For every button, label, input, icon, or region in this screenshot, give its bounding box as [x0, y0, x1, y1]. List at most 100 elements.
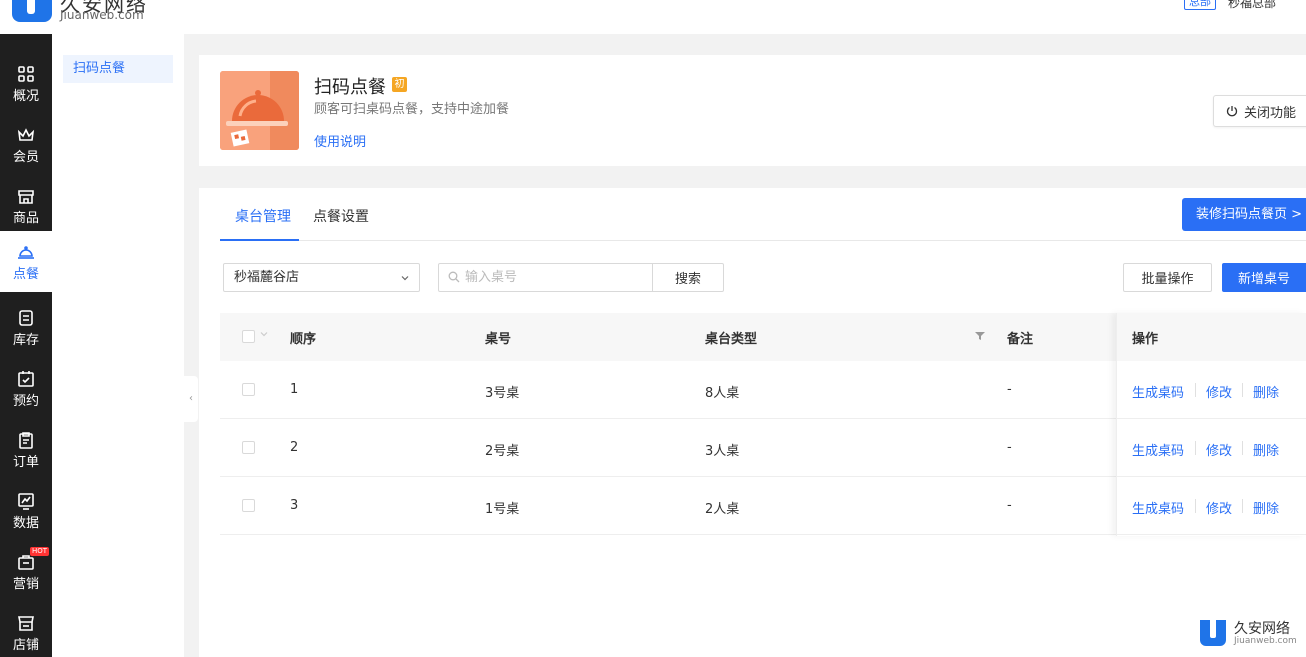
row-actions: 生成桌码 修改 删除 — [1117, 419, 1306, 477]
feature-level-tag: 初 — [392, 77, 407, 92]
decorate-scan-page-button[interactable]: 装修扫码点餐页 > — [1182, 198, 1306, 231]
sidebar-item-label: 数据 — [12, 516, 39, 531]
disable-feature-label: 关闭功能 — [1243, 104, 1296, 120]
feature-thumbnail — [220, 71, 299, 150]
active-tab-indicator — [220, 239, 299, 241]
watermark-text-en: Jiuanweb.com — [1234, 636, 1297, 646]
top-header: 久安网络 Jiuanweb.com 总部 秒福总部 — [0, 0, 1306, 34]
action-divider — [1195, 383, 1196, 397]
cell-remark: - — [1007, 440, 1012, 455]
shop-icon — [18, 616, 34, 631]
subnav-item-scan-order[interactable]: 扫码点餐 — [63, 55, 173, 83]
action-divider — [1242, 441, 1243, 455]
actions-column: 操作 生成桌码 修改 删除 生成桌码 修改 删除 生成桌码 修改 删除 — [1116, 313, 1306, 536]
batch-operation-button[interactable]: 批量操作 — [1123, 263, 1212, 292]
sidebar-item-label: 营销 — [12, 577, 39, 592]
tab-ordering-settings[interactable]: 点餐设置 — [313, 206, 369, 226]
watermark-text-cn: 久安网络 — [1234, 621, 1290, 637]
action-divider — [1195, 441, 1196, 455]
search-button[interactable]: 搜索 — [652, 263, 724, 292]
cloche-illustration-icon — [220, 71, 299, 150]
cell-order: 3 — [290, 498, 299, 513]
power-icon — [1226, 106, 1238, 117]
table-number-search-input[interactable] — [438, 263, 653, 292]
chart-icon — [18, 493, 34, 510]
delete-link[interactable]: 删除 — [1253, 382, 1279, 401]
cell-table-number: 1号桌 — [485, 502, 520, 517]
usage-guide-link[interactable]: 使用说明 — [314, 131, 366, 150]
cell-table-number: 2号桌 — [485, 444, 520, 459]
delete-link[interactable]: 删除 — [1253, 498, 1279, 517]
action-divider — [1242, 499, 1243, 513]
generate-table-code-link[interactable]: 生成桌码 — [1132, 440, 1184, 459]
edit-link[interactable]: 修改 — [1206, 440, 1232, 459]
edit-link[interactable]: 修改 — [1206, 382, 1232, 401]
logo-icon — [12, 0, 52, 22]
sidebar-item-marketing[interactable]: 营销 HOT — [0, 541, 52, 602]
clipboard-icon — [19, 432, 33, 449]
row-actions: 生成桌码 修改 删除 — [1117, 477, 1306, 535]
feature-description: 顾客可扫桌码点餐，支持中途加餐 — [314, 102, 510, 117]
row-checkbox[interactable] — [242, 499, 255, 512]
sidebar-item-orders[interactable]: 订单 — [0, 419, 52, 480]
org-switcher[interactable]: 秒福总部 — [1228, 0, 1276, 11]
cloche-icon — [18, 246, 34, 259]
cell-table-number: 3号桌 — [485, 386, 520, 401]
row-checkbox[interactable] — [242, 383, 255, 396]
generate-table-code-link[interactable]: 生成桌码 — [1132, 382, 1184, 401]
row-actions: 生成桌码 修改 删除 — [1117, 361, 1306, 419]
store-select[interactable]: 秒福麓谷店 — [223, 263, 420, 292]
column-header-table-type: 桌台类型 — [705, 332, 758, 347]
chevron-down-icon[interactable] — [260, 330, 268, 338]
sidebar-item-label: 点餐 — [12, 267, 39, 282]
add-table-button[interactable]: 新增桌号 — [1222, 263, 1306, 292]
sidebar-item-shop[interactable]: 店铺 — [0, 602, 52, 657]
store-select-value: 秒福麓谷店 — [234, 270, 300, 285]
sub-navigation: 扫码点餐 — [52, 34, 184, 657]
cell-remark: - — [1007, 498, 1012, 513]
disable-feature-button[interactable]: 关闭功能 — [1213, 95, 1306, 127]
row-checkbox[interactable] — [242, 441, 255, 454]
filter-icon[interactable] — [975, 331, 985, 341]
cell-order: 2 — [290, 440, 299, 455]
chevron-down-icon — [401, 276, 409, 281]
sidebar-item-overview[interactable]: 概况 — [0, 53, 52, 114]
cell-remark: - — [1007, 382, 1012, 397]
action-divider — [1195, 499, 1196, 513]
org-badge: 总部 — [1184, 0, 1216, 10]
cell-order: 1 — [290, 382, 299, 397]
generate-table-code-link[interactable]: 生成桌码 — [1132, 498, 1184, 517]
column-header-table-number: 桌号 — [485, 332, 512, 347]
sidebar-item-products[interactable]: 商品 — [0, 175, 52, 236]
actions-header-cell: 操作 — [1117, 313, 1306, 361]
cell-table-type: 8人桌 — [705, 386, 740, 401]
edit-link[interactable]: 修改 — [1206, 498, 1232, 517]
tab-table-management[interactable]: 桌台管理 — [235, 206, 291, 226]
sidebar-item-data[interactable]: 数据 — [0, 480, 52, 541]
collapse-subnav-handle[interactable]: ‹ — [184, 376, 198, 422]
cell-table-type: 2人桌 — [705, 502, 740, 517]
sidebar-item-label: 商品 — [12, 211, 39, 226]
feature-title: 扫码点餐 — [314, 77, 386, 98]
action-divider — [1242, 383, 1243, 397]
sidebar-item-label: 店铺 — [12, 638, 39, 653]
column-header-order: 顺序 — [290, 332, 317, 347]
delete-link[interactable]: 删除 — [1253, 440, 1279, 459]
calendar-check-icon — [18, 371, 34, 387]
store-icon — [18, 190, 34, 204]
column-header-remark: 备注 — [1007, 332, 1034, 347]
sidebar-item-label: 库存 — [12, 333, 39, 348]
grid-icon — [18, 66, 34, 82]
sidebar-item-label: 订单 — [12, 455, 39, 470]
sidebar-item-inventory[interactable]: 库存 — [0, 297, 52, 358]
logo-text-en: Jiuanweb.com — [60, 8, 144, 22]
sidebar-item-members[interactable]: 会员 — [0, 114, 52, 175]
column-header-actions: 操作 — [1132, 332, 1159, 347]
tabs-divider — [220, 240, 1306, 241]
select-all-checkbox[interactable] — [242, 330, 255, 343]
sidebar: 概况 会员 商品 点餐 库存 预约 订单 数据 营销 HOT 店铺 — [0, 34, 52, 657]
sidebar-item-booking[interactable]: 预约 — [0, 358, 52, 419]
sidebar-item-label: 会员 — [12, 150, 39, 165]
sidebar-item-ordering[interactable]: 点餐 — [0, 231, 52, 292]
crown-icon — [17, 128, 35, 141]
